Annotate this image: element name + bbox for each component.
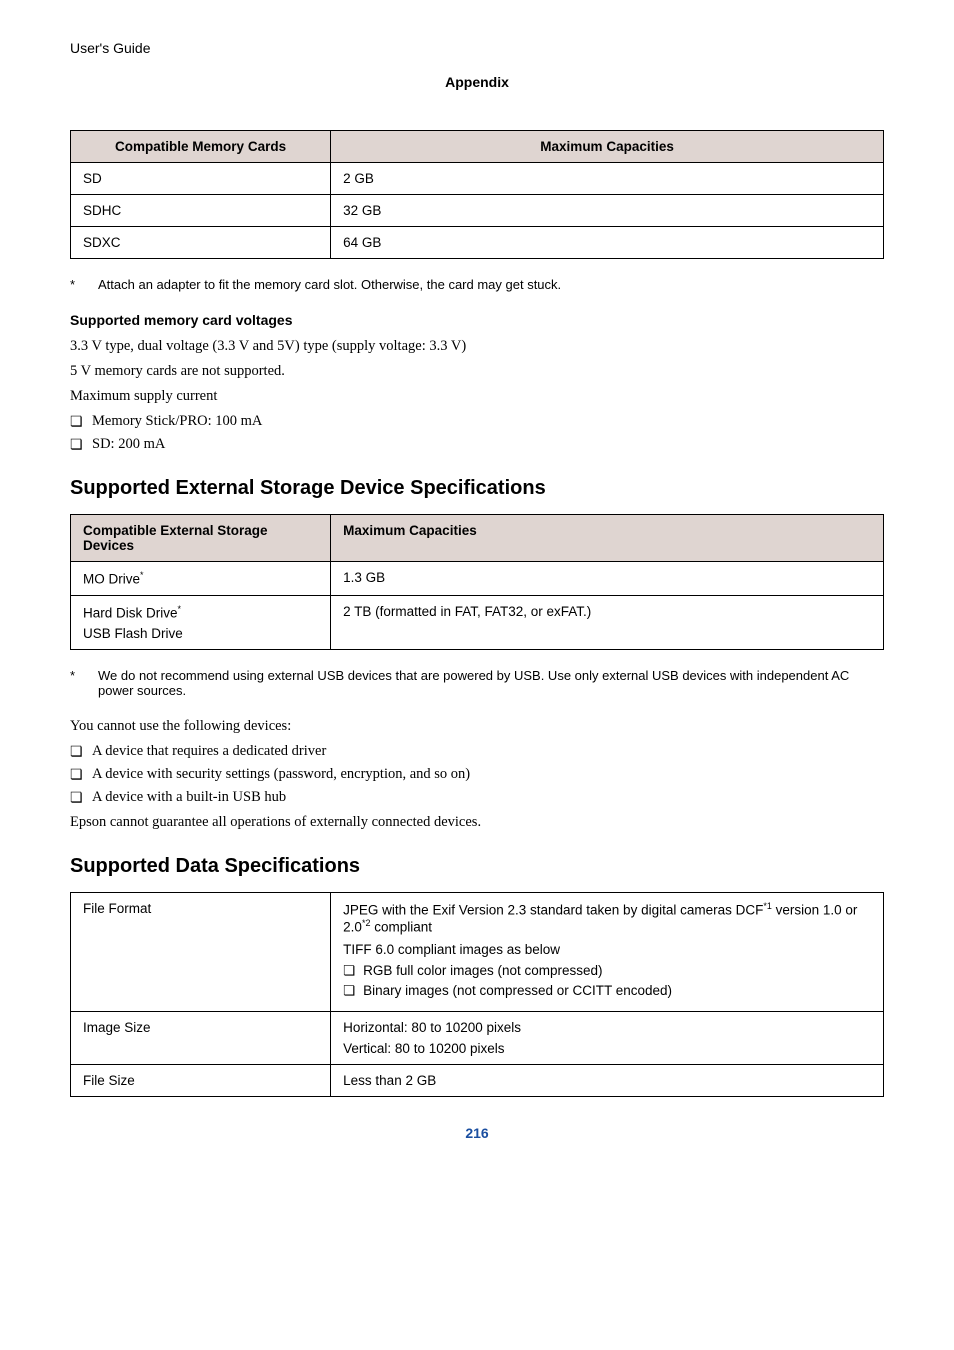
- table-row: MO Drive* 1.3 GB: [71, 562, 884, 596]
- bullet-icon: ❏: [70, 436, 92, 453]
- footnote: * We do not recommend using external USB…: [70, 668, 884, 698]
- body-text: 5 V memory cards are not supported.: [70, 363, 884, 380]
- list-item: ❏ A device that requires a dedicated dri…: [70, 743, 884, 760]
- memory-cards-table: Compatible Memory Cards Maximum Capaciti…: [70, 130, 884, 259]
- external-storage-heading: Supported External Storage Device Specif…: [70, 477, 884, 500]
- bullet-icon: ❏: [70, 789, 92, 806]
- table-row: File Format JPEG with the Exif Version 2…: [71, 893, 884, 1012]
- bullet-icon: ❏: [70, 743, 92, 760]
- body-text: 3.3 V type, dual voltage (3.3 V and 5V) …: [70, 338, 884, 355]
- guide-label: User's Guide: [70, 40, 884, 56]
- table-row: Image Size Horizontal: 80 to 10200 pixel…: [71, 1012, 884, 1065]
- section-label: Appendix: [70, 74, 884, 90]
- body-text: You cannot use the following devices:: [70, 718, 884, 735]
- table-row: SDXC 64 GB: [71, 227, 884, 259]
- data-specs-table: File Format JPEG with the Exif Version 2…: [70, 892, 884, 1097]
- table-header: Maximum Capacities: [331, 515, 884, 562]
- body-text: Maximum supply current: [70, 388, 884, 405]
- page-number: 216: [70, 1125, 884, 1141]
- list-item: ❏ A device with security settings (passw…: [70, 766, 884, 783]
- bullet-icon: ❏: [70, 413, 92, 430]
- data-specs-heading: Supported Data Specifications: [70, 855, 884, 878]
- table-header: Maximum Capacities: [331, 131, 884, 163]
- bullet-icon: ❏: [70, 766, 92, 783]
- bullet-icon: ❏: [343, 963, 363, 979]
- body-text: Epson cannot guarantee all operations of…: [70, 814, 884, 831]
- voltages-heading: Supported memory card voltages: [70, 312, 884, 328]
- bullet-icon: ❏: [343, 983, 363, 999]
- table-row: SD 2 GB: [71, 163, 884, 195]
- table-row: File Size Less than 2 GB: [71, 1065, 884, 1097]
- list-item: ❏ A device with a built-in USB hub: [70, 789, 884, 806]
- table-header: Compatible External Storage Devices: [71, 515, 331, 562]
- table-row: SDHC 32 GB: [71, 195, 884, 227]
- list-item: ❏ Memory Stick/PRO: 100 mA: [70, 413, 884, 430]
- external-storage-table: Compatible External Storage Devices Maxi…: [70, 514, 884, 650]
- footnote: * Attach an adapter to fit the memory ca…: [70, 277, 884, 292]
- list-item: ❏ SD: 200 mA: [70, 436, 884, 453]
- table-header: Compatible Memory Cards: [71, 131, 331, 163]
- table-row: Hard Disk Drive* USB Flash Drive 2 TB (f…: [71, 595, 884, 650]
